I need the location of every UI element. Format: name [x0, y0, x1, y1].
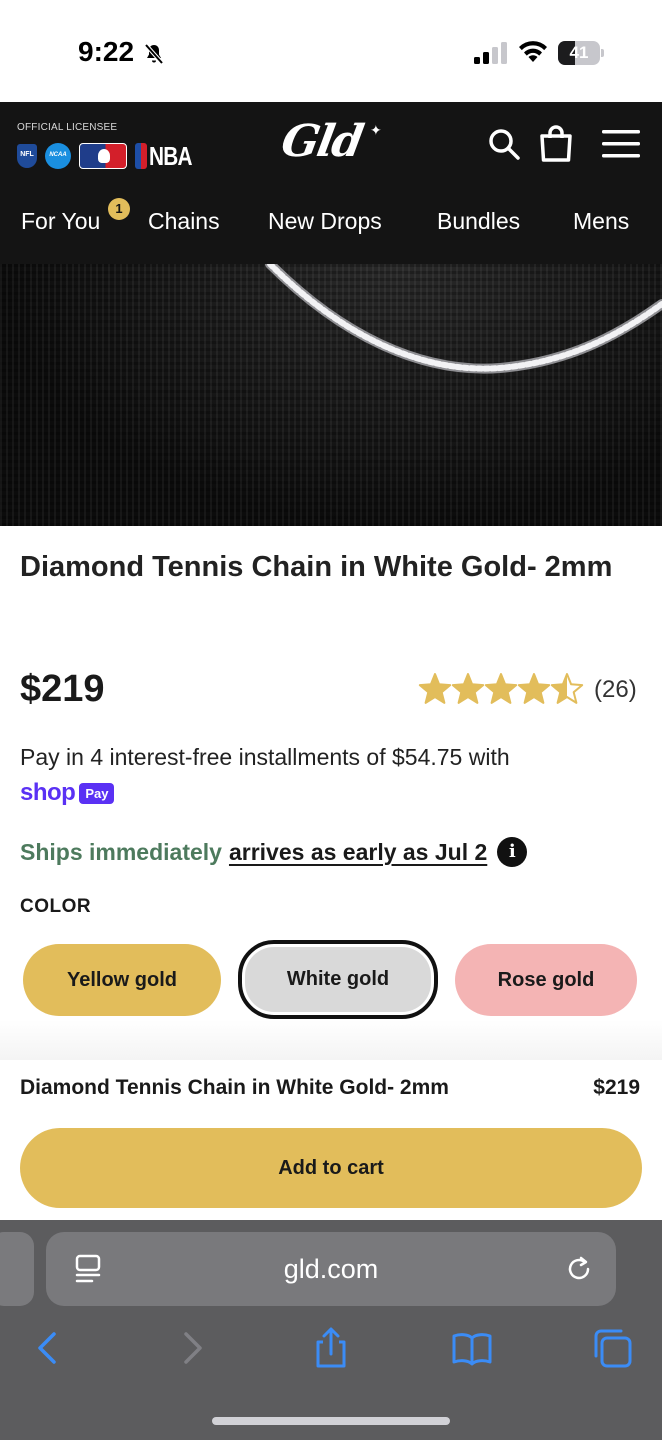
- battery-percent: 41: [569, 43, 589, 62]
- shipping-info: Ships immediately arrives as early as Ju…: [20, 836, 528, 868]
- product-image[interactable]: [0, 264, 662, 526]
- product-price: $219: [20, 668, 105, 710]
- status-time: 9:22: [78, 36, 135, 67]
- shop-pay-logo[interactable]: shop Pay: [20, 779, 115, 806]
- star-icon: [484, 673, 518, 704]
- shop-pay-shop-text: shop: [20, 779, 76, 806]
- sparkle-icon: ✦: [370, 122, 382, 138]
- nav-item-bundles[interactable]: Bundles: [437, 208, 520, 235]
- tennis-chain-photo: [265, 264, 662, 374]
- forward-icon[interactable]: [170, 1326, 214, 1370]
- battery-indicator: 41: [558, 41, 604, 65]
- brand-logo[interactable]: Gld: [278, 116, 366, 167]
- bag-icon[interactable]: [538, 124, 574, 162]
- sticky-price: $219: [593, 1076, 640, 1099]
- arrival-date-link[interactable]: arrives as early as Jul 2: [229, 839, 487, 866]
- star-icon: [451, 673, 485, 704]
- info-icon[interactable]: i: [497, 837, 528, 867]
- home-indicator: [212, 1417, 450, 1425]
- star-icon: [418, 673, 452, 704]
- wifi-icon: [519, 41, 547, 62]
- browser-chrome: gld.com: [0, 1220, 662, 1440]
- league-logos: NBA: [17, 141, 202, 172]
- for-you-badge: 1: [108, 198, 130, 220]
- nav-item-mens[interactable]: Mens: [573, 208, 629, 235]
- nav-item-chains[interactable]: Chains: [148, 208, 220, 235]
- mlb-logo: [79, 143, 127, 169]
- color-option-white-gold[interactable]: White gold: [238, 940, 438, 1019]
- color-option-yellow-gold[interactable]: Yellow gold: [23, 944, 221, 1016]
- licensee-label: OFFICIAL LICENSEE: [17, 122, 118, 133]
- product-title: Diamond Tennis Chain in White Gold- 2mm: [20, 551, 613, 583]
- reload-icon[interactable]: [564, 1254, 594, 1284]
- nba-logo: NBA: [135, 141, 202, 172]
- status-bar: 9:22 41: [0, 0, 662, 102]
- installments-text: Pay in 4 interest-free installments of $…: [20, 744, 510, 770]
- color-label: COLOR: [20, 896, 92, 917]
- nfl-logo: [17, 144, 37, 168]
- bookmarks-icon[interactable]: [450, 1326, 494, 1370]
- menu-icon[interactable]: [600, 128, 642, 160]
- url-text[interactable]: gld.com: [46, 1254, 616, 1285]
- ncaa-logo: [45, 143, 71, 169]
- nav-item-for-you[interactable]: For You: [21, 208, 100, 235]
- back-icon[interactable]: [26, 1326, 70, 1370]
- shop-pay-badge: Pay: [79, 782, 115, 804]
- content-fade: [0, 1020, 662, 1060]
- address-bar[interactable]: gld.com: [46, 1232, 616, 1306]
- sticky-product-title: Diamond Tennis Chain in White Gold- 2mm: [20, 1076, 449, 1099]
- site-header: OFFICIAL LICENSEE NBA Gld ✦ For You Chai…: [0, 102, 662, 264]
- cellular-signal-icon: [474, 42, 507, 64]
- tabs-icon[interactable]: [590, 1326, 634, 1370]
- star-icon: [550, 673, 584, 704]
- ships-immediately-text: Ships immediately: [20, 838, 222, 865]
- nba-logo-text: NBA: [149, 140, 192, 171]
- rating-stars[interactable]: [418, 672, 584, 708]
- review-count[interactable]: (26): [594, 676, 637, 704]
- bell-slash-icon: [144, 43, 164, 65]
- color-option-rose-gold[interactable]: Rose gold: [455, 944, 637, 1016]
- search-icon[interactable]: [486, 126, 522, 162]
- sticky-cart-bar: Diamond Tennis Chain in White Gold- 2mm …: [0, 1060, 662, 1220]
- previous-tab-preview[interactable]: [0, 1232, 34, 1306]
- star-icon: [517, 673, 551, 704]
- nav-item-new-drops[interactable]: New Drops: [268, 208, 382, 235]
- share-icon[interactable]: [309, 1326, 353, 1370]
- category-nav: For You Chains New Drops Bundles Mens: [0, 208, 662, 248]
- add-to-cart-button[interactable]: Add to cart: [20, 1128, 642, 1208]
